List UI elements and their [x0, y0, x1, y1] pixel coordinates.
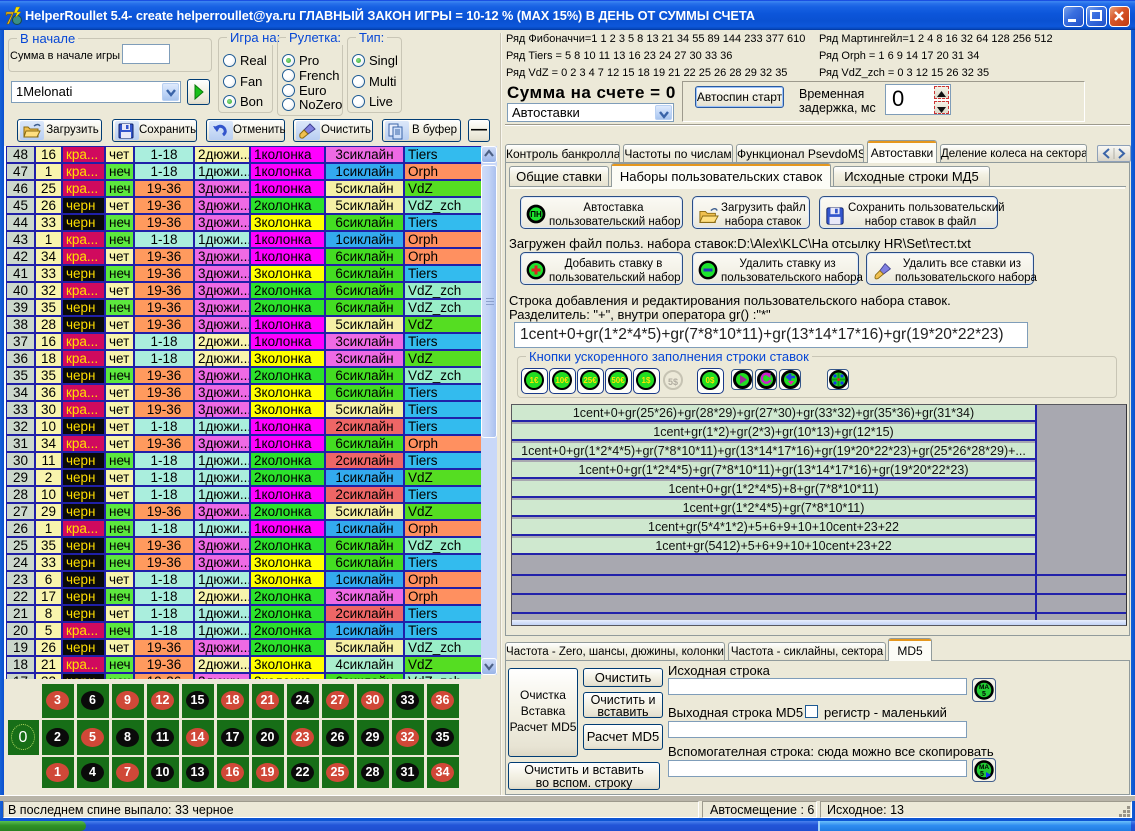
svg-text:МА: МА — [979, 764, 989, 771]
svg-text:ПН: ПН — [530, 210, 542, 219]
svg-text:5: 5 — [980, 771, 984, 778]
svg-text:7: 7 — [5, 8, 14, 27]
svg-text:5: 5 — [982, 691, 986, 698]
svg-text:МА: МА — [979, 684, 989, 691]
